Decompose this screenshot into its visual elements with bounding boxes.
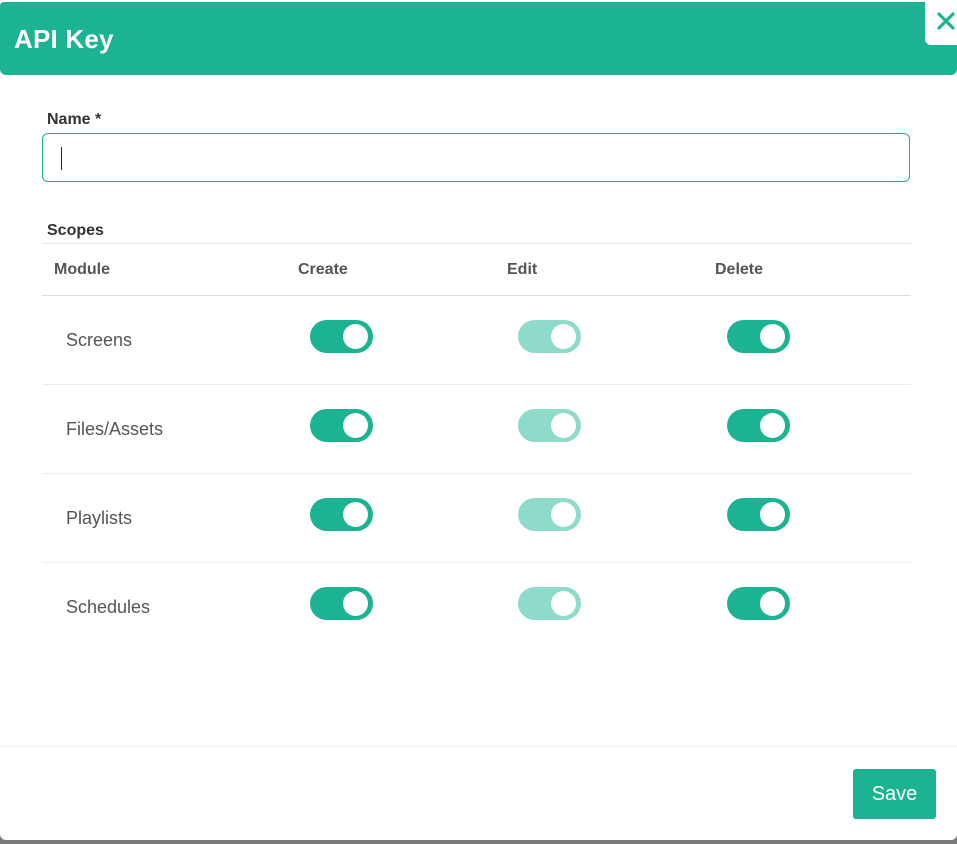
table-row: Files/Assets (42, 385, 911, 474)
column-header-edit: Edit (507, 261, 538, 278)
toggle-knob (343, 502, 368, 527)
toggle-knob (343, 413, 368, 438)
toggle-knob (760, 413, 785, 438)
edit-toggle[interactable] (518, 320, 581, 353)
create-toggle[interactable] (310, 587, 373, 620)
save-button[interactable]: Save (853, 769, 936, 819)
table-row: Screens (42, 296, 911, 385)
table-row: Schedules (42, 563, 911, 651)
dialog-title: API Key (14, 24, 114, 54)
close-button[interactable] (925, 0, 957, 45)
table-header: Module Create Edit Delete (42, 243, 911, 296)
create-toggle[interactable] (310, 409, 373, 442)
column-header-create: Create (298, 261, 348, 278)
footer-divider (0, 746, 957, 747)
toggle-knob (551, 413, 576, 438)
module-name: Schedules (66, 597, 151, 617)
text-caret (61, 147, 62, 170)
toggle-knob (343, 324, 368, 349)
column-header-delete: Delete (715, 261, 764, 278)
name-label: Name * (47, 111, 102, 128)
toggle-knob (343, 591, 368, 616)
column-header-module: Module (54, 261, 110, 278)
scopes-table: Module Create Edit Delete Screens Files/… (42, 243, 911, 651)
module-name: Playlists (66, 508, 133, 528)
edit-toggle[interactable] (518, 498, 581, 531)
create-toggle[interactable] (310, 320, 373, 353)
dialog-header: API Key (0, 2, 957, 75)
module-name: Screens (66, 330, 133, 350)
delete-toggle[interactable] (727, 587, 790, 620)
edit-toggle[interactable] (518, 409, 581, 442)
delete-toggle[interactable] (727, 409, 790, 442)
toggle-knob (551, 502, 576, 527)
toggle-knob (760, 591, 785, 616)
create-toggle[interactable] (310, 498, 373, 531)
table-row: Playlists (42, 474, 911, 563)
toggle-knob (551, 324, 576, 349)
api-key-dialog: API Key Name * Scopes Module Create Edit… (0, 0, 957, 840)
toggle-knob (551, 591, 576, 616)
delete-toggle[interactable] (727, 498, 790, 531)
edit-toggle[interactable] (518, 587, 581, 620)
toggle-knob (760, 324, 785, 349)
toggle-knob (760, 502, 785, 527)
delete-toggle[interactable] (727, 320, 790, 353)
scopes-label: Scopes (47, 222, 104, 239)
name-input[interactable] (42, 133, 910, 182)
module-name: Files/Assets (66, 419, 164, 439)
close-icon (937, 12, 955, 30)
